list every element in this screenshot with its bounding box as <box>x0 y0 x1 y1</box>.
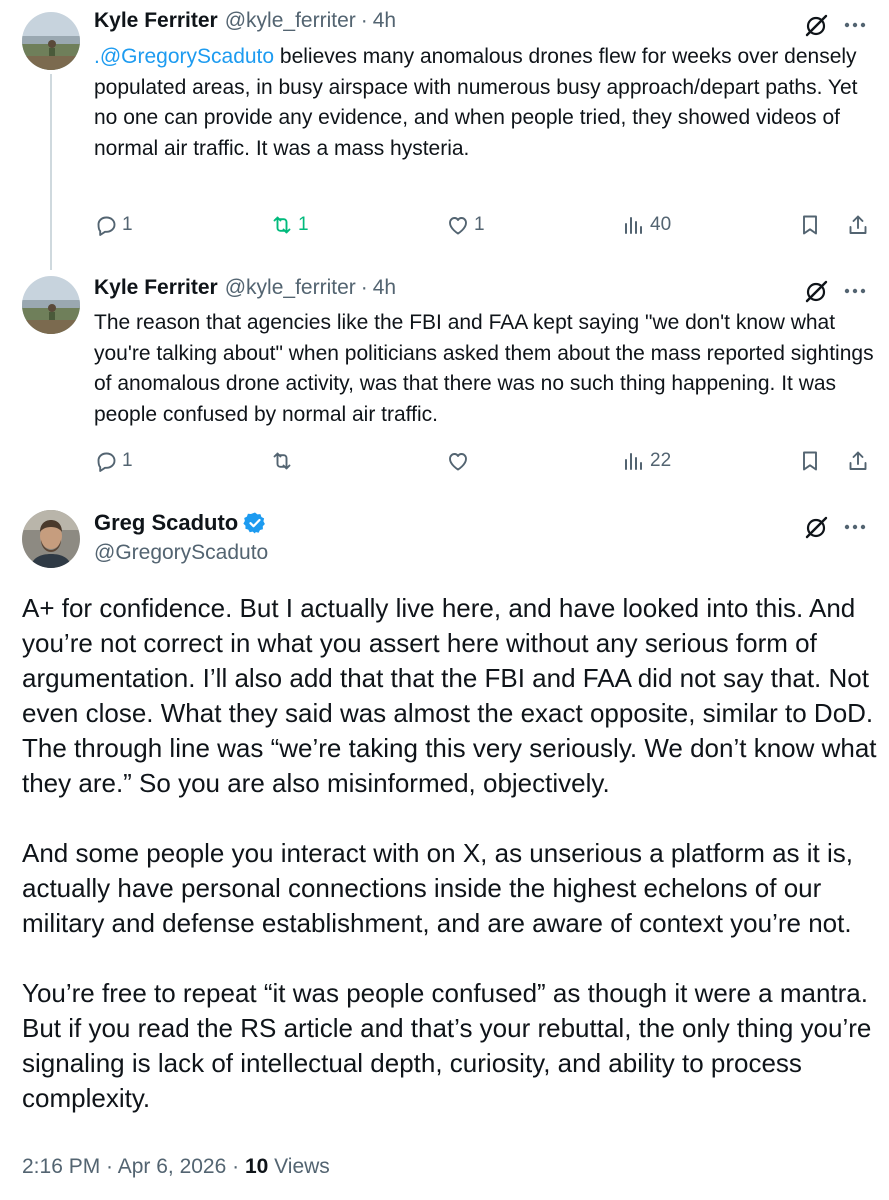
repost-button[interactable] <box>270 446 294 476</box>
reply-bubble-icon <box>97 452 116 472</box>
action-bar: 1 22 <box>94 446 874 476</box>
heart-icon <box>449 453 467 471</box>
tweet-time[interactable]: 4h <box>373 9 396 33</box>
thread-connector-line <box>50 74 52 270</box>
views-button[interactable]: 22 <box>622 446 671 476</box>
repost-button[interactable]: 1 <box>270 210 309 240</box>
grok-icon[interactable] <box>804 514 830 540</box>
like-button[interactable]: 1 <box>446 210 485 240</box>
views-button[interactable]: 40 <box>622 210 671 240</box>
separator: · <box>360 9 368 32</box>
repost-icon <box>273 216 291 234</box>
reply-count: 1 <box>122 214 133 235</box>
views-count: 22 <box>650 450 672 471</box>
author-handle[interactable]: @kyle_ferriter <box>225 9 356 33</box>
avatar[interactable] <box>22 276 80 334</box>
paragraph: You’re free to repeat “it was people con… <box>22 978 872 1113</box>
tweet-text: .@GregoryScaduto believes many anomalous… <box>94 42 874 164</box>
analytics-bars-icon <box>625 453 642 470</box>
views-label: Views <box>268 1155 330 1178</box>
tweet-header: Kyle Ferriter @kyle_ferriter · 4h <box>94 9 396 33</box>
share-button[interactable] <box>846 210 870 240</box>
reply-button[interactable]: 1 <box>94 210 133 240</box>
reply-count: 1 <box>122 450 133 471</box>
main-author-row: Greg Scaduto <box>94 510 267 536</box>
avatar[interactable] <box>22 12 80 70</box>
author-name[interactable]: Kyle Ferriter <box>94 276 218 300</box>
repost-count: 1 <box>298 214 309 235</box>
reply-bubble-icon <box>97 216 116 236</box>
reply-button[interactable]: 1 <box>94 446 133 476</box>
like-button[interactable] <box>446 446 470 476</box>
bookmark-icon <box>803 215 817 235</box>
share-icon <box>849 451 867 470</box>
heart-icon <box>449 217 467 235</box>
bookmark-icon <box>803 451 817 471</box>
timestamp[interactable]: 2:16 PM · Apr 6, 2026 · <box>22 1155 245 1178</box>
grok-icon[interactable] <box>804 278 830 304</box>
paragraph: A+ for confidence. But I actually live h… <box>22 593 877 798</box>
tweet-text: The reason that agencies like the FBI an… <box>94 311 874 426</box>
avatar[interactable] <box>22 510 80 568</box>
grok-icon[interactable] <box>804 12 830 38</box>
bookmark-button[interactable] <box>798 446 822 476</box>
mention-link[interactable]: .@GregoryScaduto <box>94 45 274 68</box>
share-button[interactable] <box>846 446 870 476</box>
bookmark-button[interactable] <box>798 210 822 240</box>
action-bar: 1 1 1 40 <box>94 210 874 240</box>
repost-icon <box>273 452 291 470</box>
tweet-header: Kyle Ferriter @kyle_ferriter · 4h <box>94 276 396 300</box>
separator: · <box>360 276 368 299</box>
author-handle[interactable]: @GregoryScaduto <box>94 541 268 565</box>
views-count: 10 <box>244 1155 269 1178</box>
main-tweet-text: A+ for confidence. But I actually live h… <box>22 591 882 1116</box>
share-icon <box>849 215 867 234</box>
more-dots-icon[interactable] <box>842 514 868 540</box>
paragraph: And some people you interact with on X, … <box>22 838 853 938</box>
author-name[interactable]: Kyle Ferriter <box>94 9 218 33</box>
more-dots-icon[interactable] <box>842 278 868 304</box>
views-count: 40 <box>650 214 672 235</box>
like-count: 1 <box>474 214 485 235</box>
more-dots-icon[interactable] <box>842 12 868 38</box>
author-name[interactable]: Greg Scaduto <box>94 510 238 536</box>
tweet-time[interactable]: 4h <box>373 276 396 300</box>
author-handle[interactable]: @kyle_ferriter <box>225 276 356 300</box>
tweet-meta: 2:16 PM · Apr 6, 2026 · 10 Views <box>22 1155 330 1179</box>
analytics-bars-icon <box>625 217 642 234</box>
verified-badge-icon[interactable] <box>243 511 267 535</box>
